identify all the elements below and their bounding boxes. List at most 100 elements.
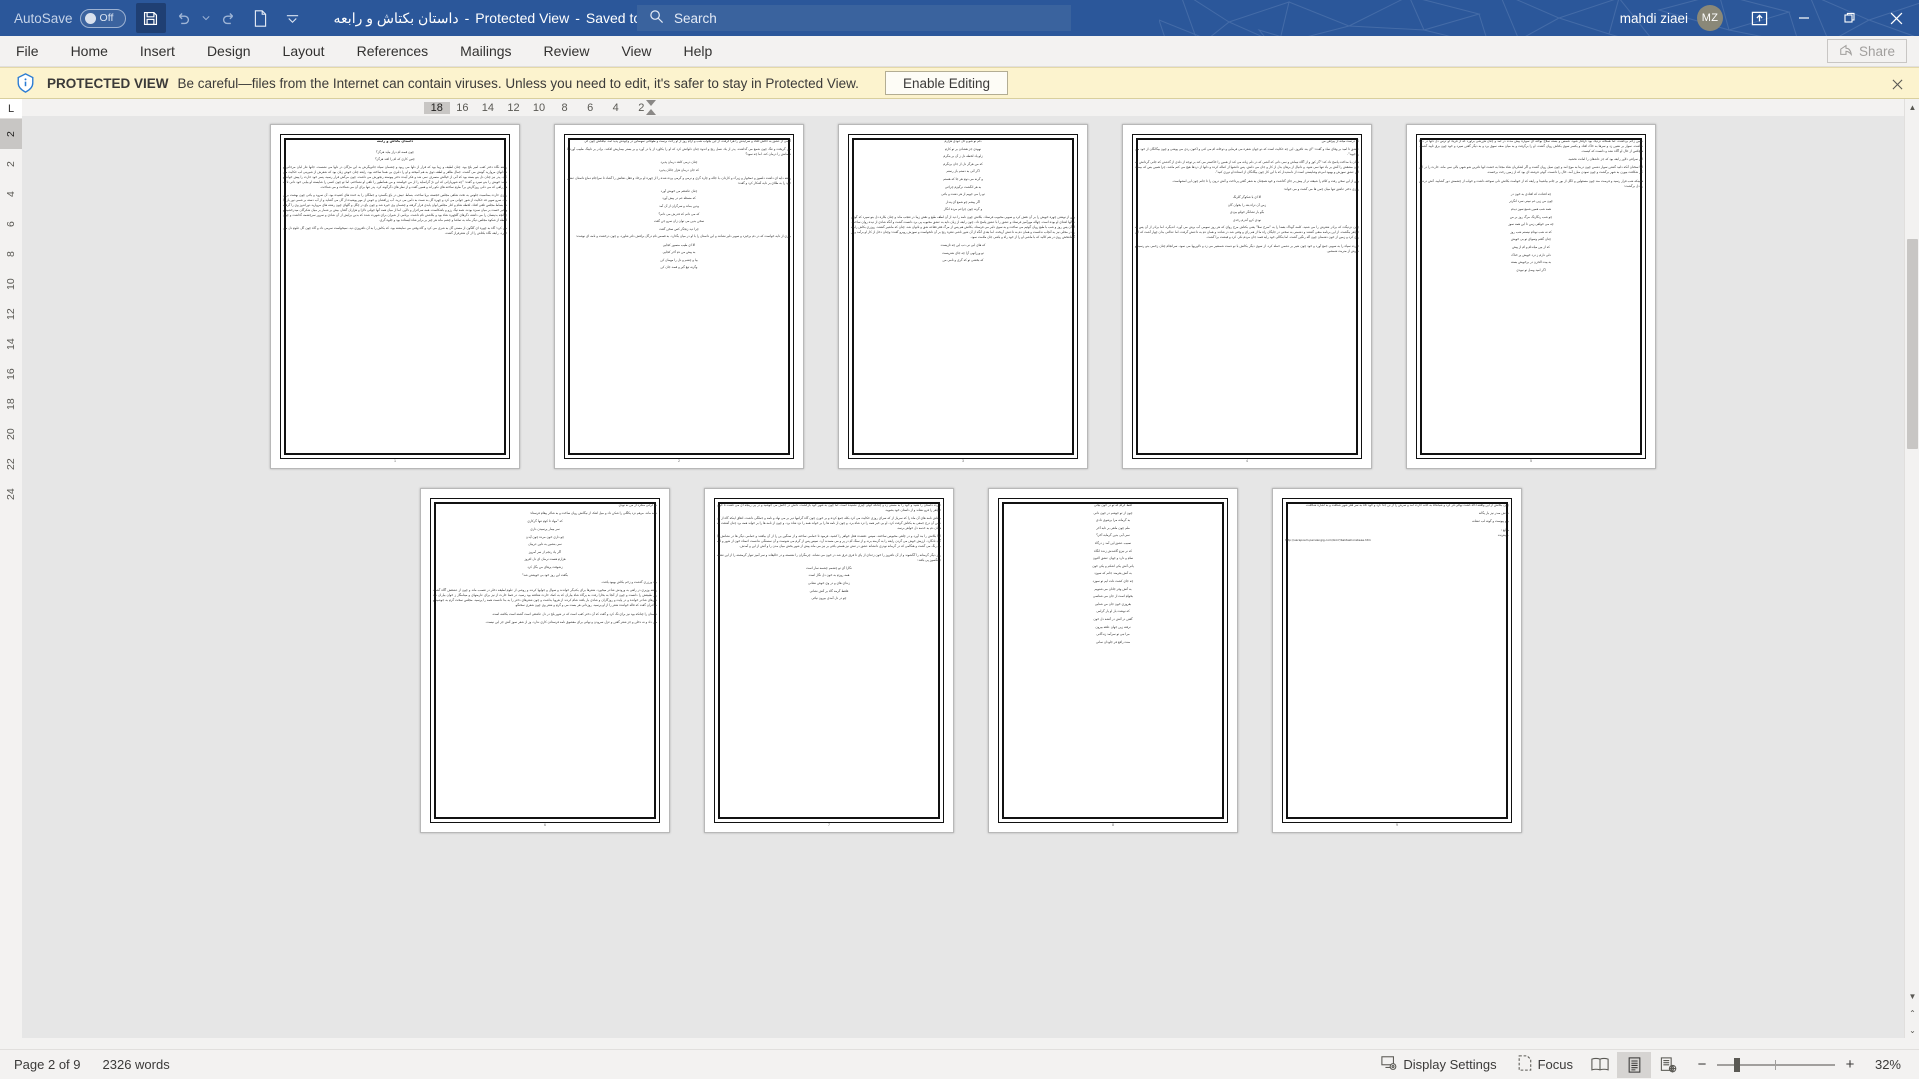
- zoom-level[interactable]: 32%: [1865, 1057, 1901, 1072]
- paragraph: آشنی از عشق به حالش افتاد و سرایدش را هر…: [583, 139, 791, 143]
- previous-page-icon[interactable]: ⌃: [1905, 1005, 1919, 1021]
- paragraph: بزری از دایه خواست که در دم برخیزد و سوی…: [575, 234, 791, 239]
- zoom-in-button[interactable]: +: [1843, 1056, 1857, 1073]
- document-page[interactable]: آشنی از عشق به حالش افتاد و سرایدش را هر…: [554, 124, 804, 469]
- verse-line: مرا نبی تو سرآمد زندگانی: [1096, 632, 1130, 637]
- document-page[interactable]: نه گرانی منکرد از من نه نودی نامه ماند. م…: [420, 488, 670, 833]
- close-icon[interactable]: [1889, 76, 1905, 92]
- avatar[interactable]: MZ: [1697, 5, 1723, 31]
- autosave-toggle[interactable]: Off: [79, 8, 126, 28]
- document-page[interactable]: داستان بکتاش و رابعه چون قصه ام دراز ببای…: [270, 124, 520, 469]
- verse-line: که های ابی نی دب این چه تازیست: [940, 243, 986, 248]
- tab-view[interactable]: View: [605, 35, 667, 66]
- autosave-control[interactable]: AutoSave Off: [14, 8, 126, 28]
- document-page[interactable]: حارث داستان را شنید و خود را به مستی زد …: [704, 488, 954, 833]
- zoom-control[interactable]: − + 32%: [1695, 1056, 1909, 1073]
- verse-line: که نه شب نودام نیستم شب روز: [1510, 229, 1552, 234]
- document-page[interactable]: که درست میانه از پیراهن من عاشق تا امید ب…: [1122, 124, 1372, 469]
- first-line-indent-marker[interactable]: [646, 100, 656, 106]
- vertical-scrollbar[interactable]: ▲ ▼ ⌃ ⌄: [1904, 99, 1919, 1038]
- undo-icon[interactable]: [168, 3, 198, 33]
- tab-stop-selector[interactable]: L: [0, 99, 22, 119]
- horizontal-ruler[interactable]: 18 16 14 12 10 8 6 4 2: [22, 99, 1906, 116]
- tab-mailings[interactable]: Mailings: [444, 35, 527, 66]
- verse-line: منت رافع فر جاودان نمانی: [1095, 639, 1131, 644]
- close-icon[interactable]: [1873, 0, 1919, 36]
- ribbon-display-options-icon[interactable]: [1737, 0, 1781, 36]
- tab-references[interactable]: References: [341, 35, 445, 66]
- verse-line: که نر نیزع گاشدش زنده انگاه: [1094, 548, 1132, 553]
- read-mode-icon[interactable]: [1583, 1052, 1617, 1078]
- document-page[interactable]: لفظ گرام که تو در خون نیائی چون از تو جوش…: [988, 488, 1238, 833]
- paragraph: اما سخنان آنکه دانید گشتن سوار دشمن چون …: [1419, 165, 1643, 175]
- search-placeholder: Search: [674, 10, 717, 26]
- scroll-up-arrow-icon[interactable]: ▲: [1905, 99, 1919, 115]
- new-document-icon[interactable]: [246, 3, 276, 33]
- titlebar-right-controls: mahdi ziaei MZ: [1620, 0, 1919, 36]
- web-layout-icon[interactable]: [1651, 1052, 1685, 1078]
- verse-line: چنان درمی کاهد درمان پذیرد: [660, 160, 698, 165]
- verse-line: بگفت این روز خود بی خویشتن شد": [521, 572, 569, 577]
- title-separator-1: -: [464, 10, 470, 26]
- verse-line: که از بین میاندام و ام از پیش: [1512, 244, 1550, 249]
- document-page[interactable]: چون بکاتش از این واقعه آگاه گشت نهالی فر…: [1272, 488, 1522, 833]
- document-page[interactable]: دلم نو شو و گل عودی هزارم نهودی جز هشادن …: [838, 124, 1088, 469]
- paragraph: همینکه شب قرار رسید و فرصت مند چون مسئول…: [1419, 178, 1643, 188]
- print-layout-icon[interactable]: [1617, 1051, 1651, 1078]
- paragraph: حارث سپاه را به سویی جمع آورد و خود چون …: [1135, 243, 1359, 253]
- display-settings-button[interactable]: Display Settings: [1371, 1052, 1506, 1078]
- zoom-slider-thumb[interactable]: [1734, 1057, 1740, 1072]
- paragraph: دخان با مداخت پاسخ داد که: "گر کوز و از …: [1135, 160, 1359, 175]
- verse-line: اگر امید وصل تو نبودی: [1516, 267, 1546, 272]
- hanging-indent-marker[interactable]: [646, 109, 656, 115]
- page-text-body: لفظ گرام که تو در خون نیائی چون از تو جوش…: [1001, 503, 1225, 810]
- search-icon: [649, 9, 664, 27]
- zoom-out-button[interactable]: −: [1695, 1056, 1709, 1073]
- page-indicator[interactable]: Page 2 of 9: [14, 1057, 81, 1072]
- chevron-down-icon[interactable]: [200, 3, 212, 33]
- horizontal-ruler-numbers: 18 16 14 12 10 8 6 4 2: [424, 99, 654, 116]
- tab-home[interactable]: Home: [55, 35, 124, 66]
- document-page[interactable]: نشین زخم برداشت. اما همگانه نزدیک بود گر…: [1406, 124, 1656, 469]
- redo-icon[interactable]: [214, 3, 244, 33]
- page-number: 2: [678, 459, 680, 463]
- tab-layout[interactable]: Layout: [267, 35, 341, 66]
- account-name[interactable]: mahdi ziaei: [1620, 11, 1688, 26]
- verse-line: چو شب رنگارنگ مرگ روز بر من: [1509, 214, 1553, 219]
- tab-file[interactable]: File: [0, 35, 55, 66]
- scroll-down-arrow-icon[interactable]: ▼: [1905, 988, 1919, 1004]
- paragraph: می داد و نه دخلن و جز شعر گفتن و غزل سرو…: [485, 619, 657, 624]
- hruler-tick-6: 6: [587, 101, 594, 114]
- restore-down-icon[interactable]: [1827, 0, 1873, 36]
- page-text-body: داستان بکتاش و رابعه چون قصه ام دراز ببای…: [283, 139, 507, 446]
- verse-line: بخوام است از جان می شناسی: [1093, 594, 1133, 599]
- search-input[interactable]: Search: [637, 5, 1071, 31]
- tab-insert[interactable]: Insert: [124, 35, 191, 66]
- paragraph: روز دیگر گرمنانه را گگشوند و از آن دلفرو…: [717, 552, 941, 562]
- customize-quick-access-toolbar-icon[interactable]: [278, 3, 308, 33]
- save-icon[interactable]: [135, 3, 166, 33]
- page-number: 8: [1112, 823, 1114, 827]
- tab-review[interactable]: Review: [528, 35, 606, 66]
- next-page-icon[interactable]: ⌄: [1905, 1022, 1919, 1038]
- verse-line: دلی دارم ز درد خویش پر خناک: [1511, 252, 1551, 257]
- tab-design[interactable]: Design: [191, 35, 267, 66]
- verse-line: که "مهاد تا کوم تنها گرکاری: [527, 519, 563, 524]
- page-text-body: حارث داستان را شنید و خود را به مستی زد …: [717, 503, 941, 810]
- zoom-slider[interactable]: [1717, 1057, 1835, 1072]
- vertical-scrollbar-thumb[interactable]: [1907, 239, 1918, 449]
- document-canvas[interactable]: داستان بکتاش و رابعه چون قصه ام دراز ببای…: [22, 116, 1904, 1038]
- page-text-body: که درست میانه از پیراهن من عاشق تا امید ب…: [1135, 139, 1359, 446]
- minimize-icon[interactable]: [1781, 0, 1827, 36]
- verse-line: سام و دارد و جهان عشق اکنون: [1092, 556, 1134, 561]
- paragraph: عاشق تا امید بر وفای ساد و گفت: "ای بند …: [1135, 147, 1359, 157]
- share-button[interactable]: Share: [1826, 39, 1907, 63]
- word-count[interactable]: 2326 words: [103, 1057, 170, 1072]
- focus-button[interactable]: Focus: [1507, 1052, 1583, 1078]
- vertical-ruler[interactable]: L 2 2 4 6 8 10 12 14 16 18 20 22 24: [0, 99, 22, 849]
- source-link[interactable]: http://uarapoem.persiangig.com/link7/bak…: [1285, 538, 1509, 543]
- enable-editing-button[interactable]: Enable Editing: [884, 71, 1009, 95]
- vruler-tick-2: 2: [5, 161, 17, 167]
- verse-line: که مسئله غم در پیش آورد: [662, 196, 696, 201]
- tab-help[interactable]: Help: [668, 35, 729, 66]
